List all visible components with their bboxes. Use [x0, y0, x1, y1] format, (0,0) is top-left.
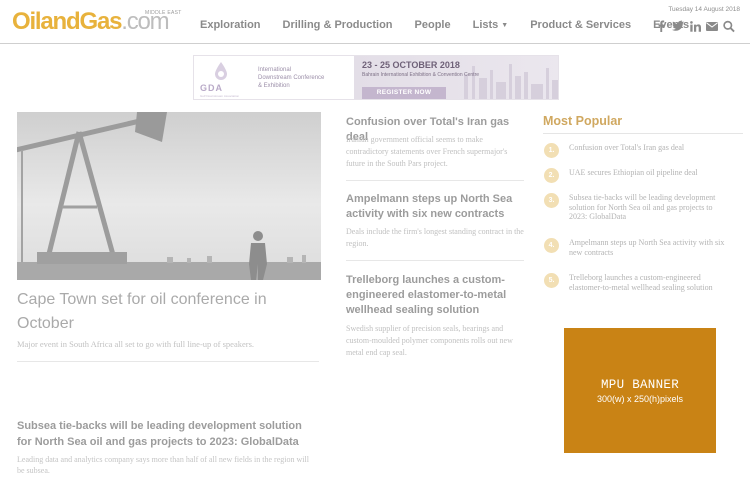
popular-link[interactable]: UAE secures Ethiopian oil pipeline deal	[569, 168, 731, 178]
register-now-button[interactable]: REGISTER NOW	[362, 87, 446, 99]
email-icon[interactable]	[706, 20, 718, 32]
current-date: Tuesday 14 August 2018	[668, 6, 740, 13]
chevron-down-icon: ▼	[501, 21, 509, 29]
ad-title-line: & Exhibition	[258, 83, 290, 89]
mpu-banner-ad[interactable]: MPU BANNER 300(w) x 250(h)pixels	[564, 328, 716, 453]
ad-logo-sub: Gulf Downstream Association	[200, 94, 240, 98]
oil-pumpjack-photo	[17, 112, 321, 280]
feature-image[interactable]	[17, 112, 321, 280]
popular-link[interactable]: Confusion over Total's Iran gas deal	[569, 143, 731, 153]
most-popular-heading: Most Popular	[543, 114, 623, 128]
social-links	[655, 20, 740, 32]
ad-branding: GDA Gulf Downstream Association Internat…	[194, 56, 354, 99]
popular-link[interactable]: Subsea tie-backs will be leading develop…	[569, 193, 731, 222]
ad-event-venue: Bahrain International Exhibition & Conve…	[362, 72, 480, 78]
nav-people[interactable]: People	[415, 19, 451, 31]
site-header: OilandGas.com MIDDLE EAST Exploration Dr…	[0, 0, 750, 44]
logo-region: MIDDLE EAST	[145, 10, 182, 16]
article-headline[interactable]: Subsea tie-backs will be leading develop…	[17, 418, 317, 450]
popular-rank: 1.	[544, 143, 559, 158]
mpu-title: MPU BANNER	[600, 377, 679, 392]
article-headline[interactable]: Trelleborg launches a custom-engineered …	[346, 273, 531, 318]
facebook-icon[interactable]	[655, 20, 667, 32]
popular-link[interactable]: Trelleborg launches a custom-engineered …	[569, 273, 731, 292]
popular-link[interactable]: Ampelmann steps up North Sea activity wi…	[569, 238, 731, 257]
mpu-subtitle: 300(w) x 250(h)pixels	[596, 393, 684, 404]
nav-drilling-production[interactable]: Drilling & Production	[283, 19, 393, 31]
ad-event-panel: 23 - 25 OCTOBER 2018 Bahrain Internation…	[354, 56, 558, 99]
feature-summary: Major event in South Africa all set to g…	[17, 339, 255, 349]
article-summary: Leading data and analytics company says …	[17, 455, 309, 475]
ad-title-line: Downstream Conference	[258, 75, 325, 81]
gda-logo-icon	[215, 62, 227, 80]
ad-title-line: International	[258, 67, 292, 73]
nav-lists[interactable]: Lists ▼	[473, 19, 509, 31]
nav-lists-label: Lists	[472, 19, 499, 31]
twitter-icon[interactable]	[672, 20, 684, 32]
nav-exploration[interactable]: Exploration	[200, 19, 261, 31]
feature-headline[interactable]: Cape Town set for oil conference in Octo…	[17, 288, 317, 336]
linkedin-icon[interactable]	[689, 20, 701, 32]
popular-rank: 5.	[544, 273, 559, 288]
conference-banner-ad[interactable]: GDA Gulf Downstream Association Internat…	[193, 55, 559, 100]
divider	[17, 361, 319, 362]
article-summary: Swedish supplier of precision seals, bea…	[346, 324, 513, 357]
popular-rank: 3.	[544, 193, 559, 208]
ad-event-dates: 23 - 25 OCTOBER 2018	[362, 60, 460, 70]
article-summary: Iranian government official seems to mak…	[346, 135, 508, 168]
search-icon[interactable]	[723, 20, 735, 32]
main-nav: Exploration Drilling & Production People…	[200, 19, 711, 31]
ad-logo-text: GDA	[200, 83, 223, 93]
nav-product-services[interactable]: Product & Services	[530, 19, 631, 31]
article-summary: Deals include the firm's longest standin…	[346, 227, 524, 248]
popular-rank: 2.	[544, 168, 559, 183]
ad-event-title: International Downstream Conference & Ex…	[258, 66, 350, 90]
article-headline[interactable]: Ampelmann steps up North Sea activity wi…	[346, 192, 531, 222]
divider	[346, 260, 524, 261]
divider	[543, 133, 743, 134]
divider	[346, 180, 524, 181]
popular-rank: 4.	[544, 238, 559, 253]
